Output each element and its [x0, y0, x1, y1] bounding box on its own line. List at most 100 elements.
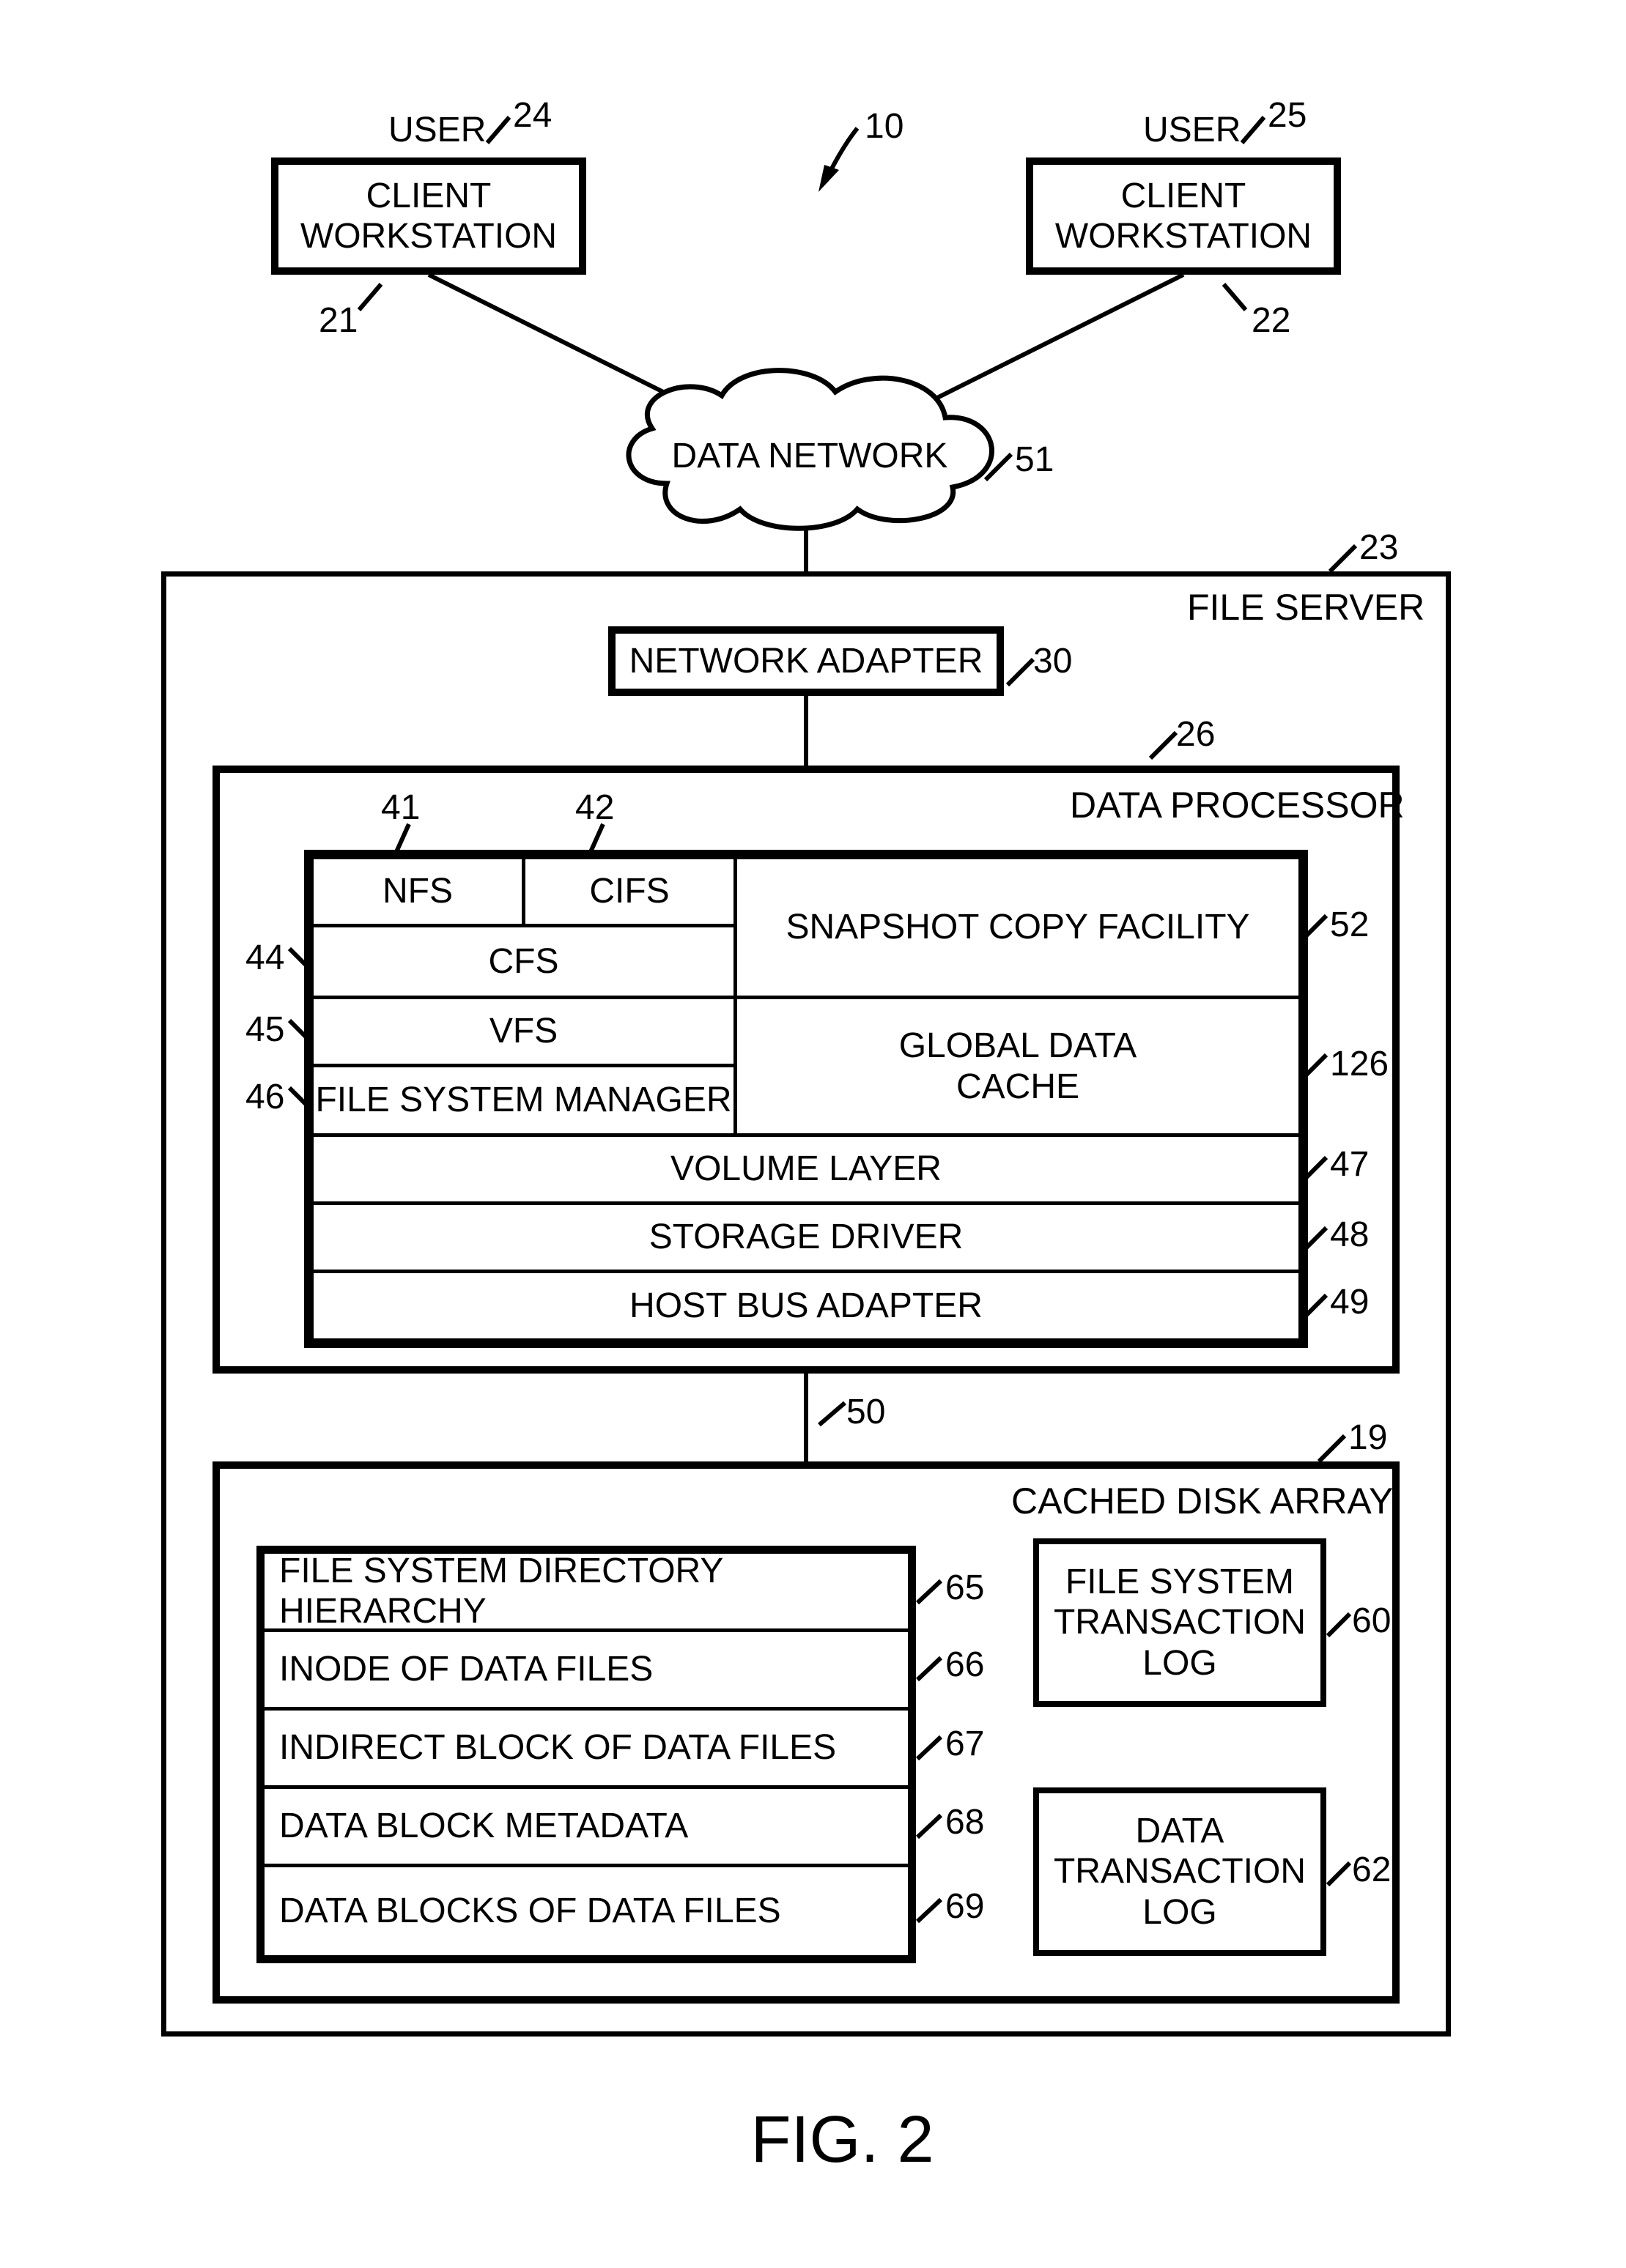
- tick-41: [396, 824, 418, 853]
- text-fs-tlog: FILE SYSTEM TRANSACTION LOG: [1054, 1562, 1306, 1683]
- box-cifs: CIFS: [522, 856, 737, 927]
- text-inode: INODE OF DATA FILES: [279, 1649, 653, 1689]
- box-indirect: INDIRECT BLOCK OF DATA FILES: [261, 1707, 912, 1789]
- ref-47: 47: [1330, 1144, 1369, 1185]
- box-snapshot: SNAPSHOT COPY FACILITY: [733, 856, 1302, 999]
- text-data-network: DATA NETWORK: [667, 436, 953, 476]
- ref-45: 45: [245, 1009, 284, 1050]
- diagram-canvas: USER USER 24 25 10 CLIENT WORKSTATION CL…: [29, 29, 1626, 2239]
- line-processor-array: [804, 1374, 808, 1461]
- tick-48: [1304, 1228, 1330, 1253]
- tick-23: [1330, 542, 1359, 571]
- text-cached-disk-array: CACHED DISK ARRAY: [1011, 1480, 1393, 1522]
- box-nfs: NFS: [310, 856, 525, 927]
- tick-47: [1304, 1157, 1330, 1183]
- tick-30: [1008, 656, 1037, 685]
- tick-22: [1224, 284, 1253, 314]
- tick-49: [1304, 1295, 1330, 1321]
- box-inode: INODE OF DATA FILES: [261, 1628, 912, 1711]
- tick-51: [986, 451, 1015, 480]
- tick-24: [487, 114, 517, 143]
- text-cifs: CIFS: [589, 871, 669, 911]
- box-fsm: FILE SYSTEM MANAGER: [310, 1064, 737, 1137]
- ref-25: 25: [1268, 95, 1307, 136]
- line-adapter-processor: [804, 696, 808, 769]
- ref-65: 65: [945, 1568, 984, 1608]
- box-fs-dir: FILE SYSTEM DIRECTORY HIERARCHY: [261, 1550, 912, 1632]
- tick-21: [359, 284, 388, 314]
- ref-66: 66: [945, 1645, 984, 1685]
- ref-67: 67: [945, 1724, 984, 1764]
- tick-46: [289, 1088, 315, 1113]
- tick-19: [1319, 1432, 1348, 1461]
- ref-19: 19: [1348, 1418, 1387, 1458]
- ref-126: 126: [1330, 1044, 1389, 1084]
- ref-26: 26: [1176, 714, 1215, 755]
- ref-69: 69: [945, 1886, 984, 1927]
- box-global-cache: GLOBAL DATA CACHE: [733, 996, 1302, 1137]
- text-vfs: VFS: [489, 1011, 558, 1051]
- text-network-adapter: NETWORK ADAPTER: [629, 641, 983, 681]
- tick-26: [1150, 729, 1180, 758]
- ref-51: 51: [1015, 440, 1054, 480]
- text-file-server: FILE SERVER: [1187, 586, 1424, 629]
- box-fs-tlog: FILE SYSTEM TRANSACTION LOG: [1033, 1538, 1326, 1707]
- arrow-10: [802, 125, 868, 205]
- tick-68: [917, 1815, 945, 1841]
- box-network-adapter: NETWORK ADAPTER: [608, 626, 1004, 696]
- tick-60: [1328, 1614, 1353, 1639]
- text-volume-layer: VOLUME LAYER: [670, 1149, 942, 1189]
- label-user-2: USER: [1143, 110, 1241, 150]
- ref-68: 68: [945, 1802, 984, 1842]
- tick-126: [1304, 1055, 1330, 1081]
- text-dbm: DATA BLOCK METADATA: [279, 1806, 688, 1846]
- tick-69: [917, 1900, 945, 1925]
- ref-10: 10: [865, 106, 903, 147]
- ref-44: 44: [245, 938, 284, 978]
- box-vfs: VFS: [310, 996, 737, 1067]
- tick-50: [819, 1403, 849, 1428]
- ref-50: 50: [846, 1392, 885, 1432]
- box-hba: HOST BUS ADAPTER: [310, 1270, 1302, 1342]
- text-dblocks: DATA BLOCKS OF DATA FILES: [279, 1891, 781, 1931]
- tick-65: [917, 1581, 945, 1606]
- text-fs-dir: FILE SYSTEM DIRECTORY HIERARCHY: [279, 1551, 908, 1631]
- ref-46: 46: [245, 1077, 284, 1117]
- text-global-cache: GLOBAL DATA CACHE: [899, 1026, 1137, 1106]
- box-client-workstation-1: CLIENT WORKSTATION: [271, 158, 586, 275]
- tick-67: [917, 1737, 945, 1763]
- ref-49: 49: [1330, 1282, 1369, 1322]
- text-cfs: CFS: [489, 941, 559, 982]
- ref-21: 21: [319, 300, 358, 341]
- text-storage-driver: STORAGE DRIVER: [649, 1217, 964, 1257]
- ref-30: 30: [1033, 641, 1072, 681]
- text-fsm: FILE SYSTEM MANAGER: [315, 1080, 731, 1120]
- ref-22: 22: [1252, 300, 1290, 341]
- text-client-1: CLIENT WORKSTATION: [300, 176, 557, 256]
- text-client-2: CLIENT WORKSTATION: [1055, 176, 1312, 256]
- text-indirect: INDIRECT BLOCK OF DATA FILES: [279, 1727, 836, 1768]
- tick-66: [917, 1658, 945, 1683]
- ref-60: 60: [1352, 1601, 1391, 1641]
- text-snapshot: SNAPSHOT COPY FACILITY: [786, 907, 1249, 947]
- box-data-tlog: DATA TRANSACTION LOG: [1033, 1787, 1326, 1956]
- tick-25: [1242, 114, 1271, 143]
- text-data-tlog: DATA TRANSACTION LOG: [1054, 1811, 1306, 1932]
- text-data-processor: DATA PROCESSOR: [1070, 784, 1405, 826]
- ref-52: 52: [1330, 905, 1369, 945]
- figure-caption: FIG. 2: [29, 2102, 1626, 2178]
- ref-23: 23: [1359, 527, 1398, 568]
- ref-41: 41: [381, 788, 420, 828]
- tick-44: [289, 949, 315, 974]
- box-dbm: DATA BLOCK METADATA: [261, 1785, 912, 1867]
- box-cfs: CFS: [310, 924, 737, 999]
- ref-62: 62: [1352, 1850, 1391, 1890]
- tick-45: [289, 1020, 315, 1046]
- text-nfs: NFS: [383, 871, 453, 911]
- tick-42: [590, 824, 612, 853]
- box-storage-driver: STORAGE DRIVER: [310, 1201, 1302, 1273]
- box-volume-layer: VOLUME LAYER: [310, 1133, 1302, 1205]
- ref-24: 24: [513, 95, 552, 136]
- box-dblocks: DATA BLOCKS OF DATA FILES: [261, 1864, 912, 1959]
- label-user-1: USER: [388, 110, 486, 150]
